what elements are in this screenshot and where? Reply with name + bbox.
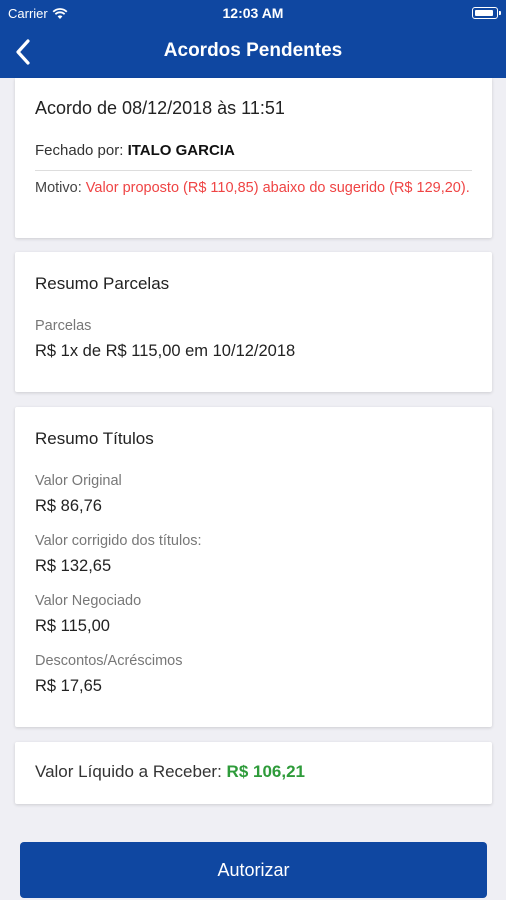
resumo-titulos-card: Resumo Títulos Valor Original R$ 86,76 V… [15, 407, 492, 727]
acordo-title: Acordo de 08/12/2018 às 11:51 [35, 98, 285, 118]
status-bar: Carrier 12:03 AM [0, 4, 506, 24]
battery-icon [472, 7, 501, 19]
valor-original-label: Valor Original [35, 473, 122, 489]
motivo-text: Valor proposto (R$ 110,85) abaixo do sug… [85, 180, 470, 196]
resumo-parcelas-card: Resumo Parcelas Parcelas R$ 1x de R$ 115… [15, 252, 492, 392]
fechado-por: Fechado por: ITALO GARCIA [35, 142, 472, 159]
divider [35, 170, 472, 171]
motivo: Motivo: Valor proposto (R$ 110,85) abaix… [35, 178, 472, 199]
valor-original-value: R$ 86,76 [35, 497, 102, 515]
descontos-label: Descontos/Acréscimos [35, 653, 183, 669]
valor-negociado-label: Valor Negociado [35, 593, 142, 609]
status-time: 12:03 AM [222, 5, 284, 21]
acordo-card: Acordo de 08/12/2018 às 11:51 Fechado po… [15, 78, 492, 238]
fechado-label: Fechado por: [35, 142, 124, 159]
parcelas-label: Parcelas [35, 318, 92, 334]
motivo-label: Motivo: [35, 180, 82, 196]
valor-corrigido-value: R$ 132,65 [35, 557, 112, 575]
navigation-bar: Acordos Pendentes [0, 30, 506, 74]
section-title: Resumo Títulos [35, 429, 154, 448]
fechado-name: ITALO GARCIA [127, 142, 235, 159]
page-title: Acordos Pendentes [163, 40, 343, 61]
parcelas-value: R$ 1x de R$ 115,00 em 10/12/2018 [35, 342, 296, 360]
valor-liquido: Valor Líquido a Receber: R$ 106,21 [35, 762, 472, 782]
valor-corrigido-label: Valor corrigido dos títulos: [35, 533, 202, 549]
section-title: Resumo Parcelas [35, 274, 170, 293]
descontos-value: R$ 17,65 [35, 677, 102, 695]
valor-liquido-card: Valor Líquido a Receber: R$ 106,21 [15, 742, 492, 804]
top-bar: Carrier 12:03 AM Acordos Pendentes [0, 0, 506, 78]
authorize-button[interactable]: Autorizar [20, 842, 487, 898]
valor-negociado-value: R$ 115,00 [35, 617, 110, 635]
valor-liquido-value: R$ 106,21 [226, 762, 305, 781]
valor-liquido-label: Valor Líquido a Receber: [35, 762, 222, 781]
